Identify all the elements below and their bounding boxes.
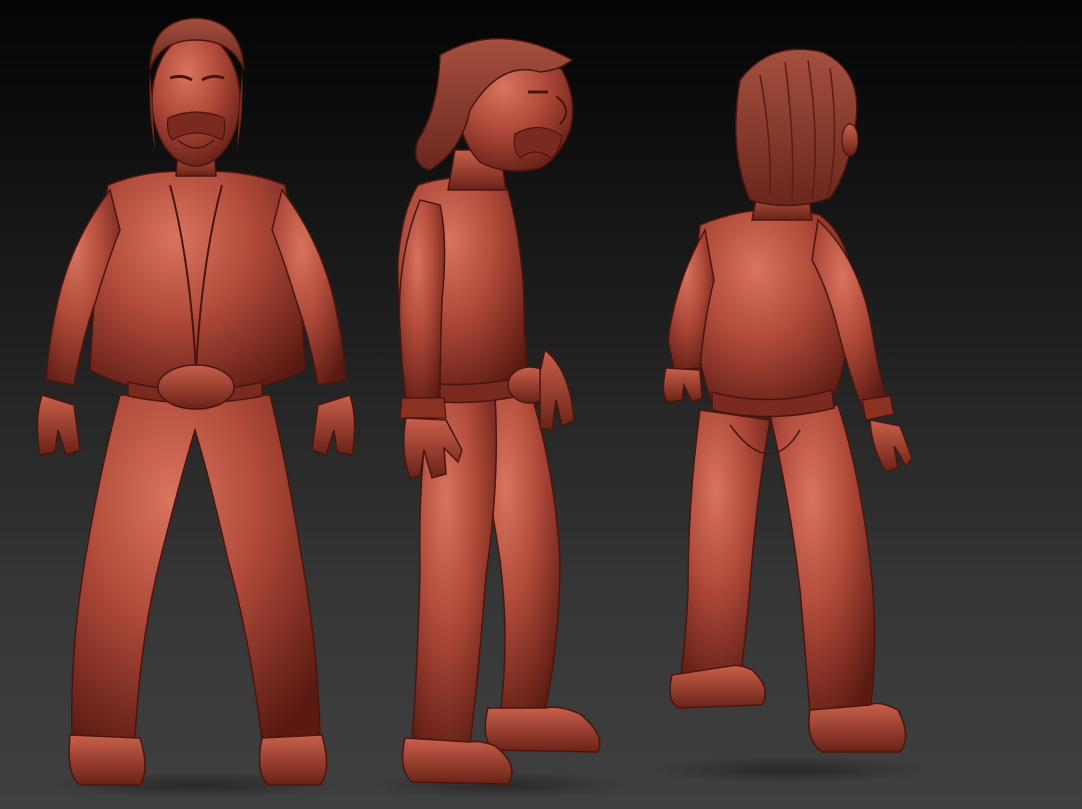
front-view-figure <box>36 17 356 799</box>
character-turnaround <box>36 17 930 799</box>
sculpt-viewport[interactable] <box>0 0 1082 809</box>
side-view-figure <box>370 37 630 799</box>
back-view-figure <box>650 48 930 784</box>
